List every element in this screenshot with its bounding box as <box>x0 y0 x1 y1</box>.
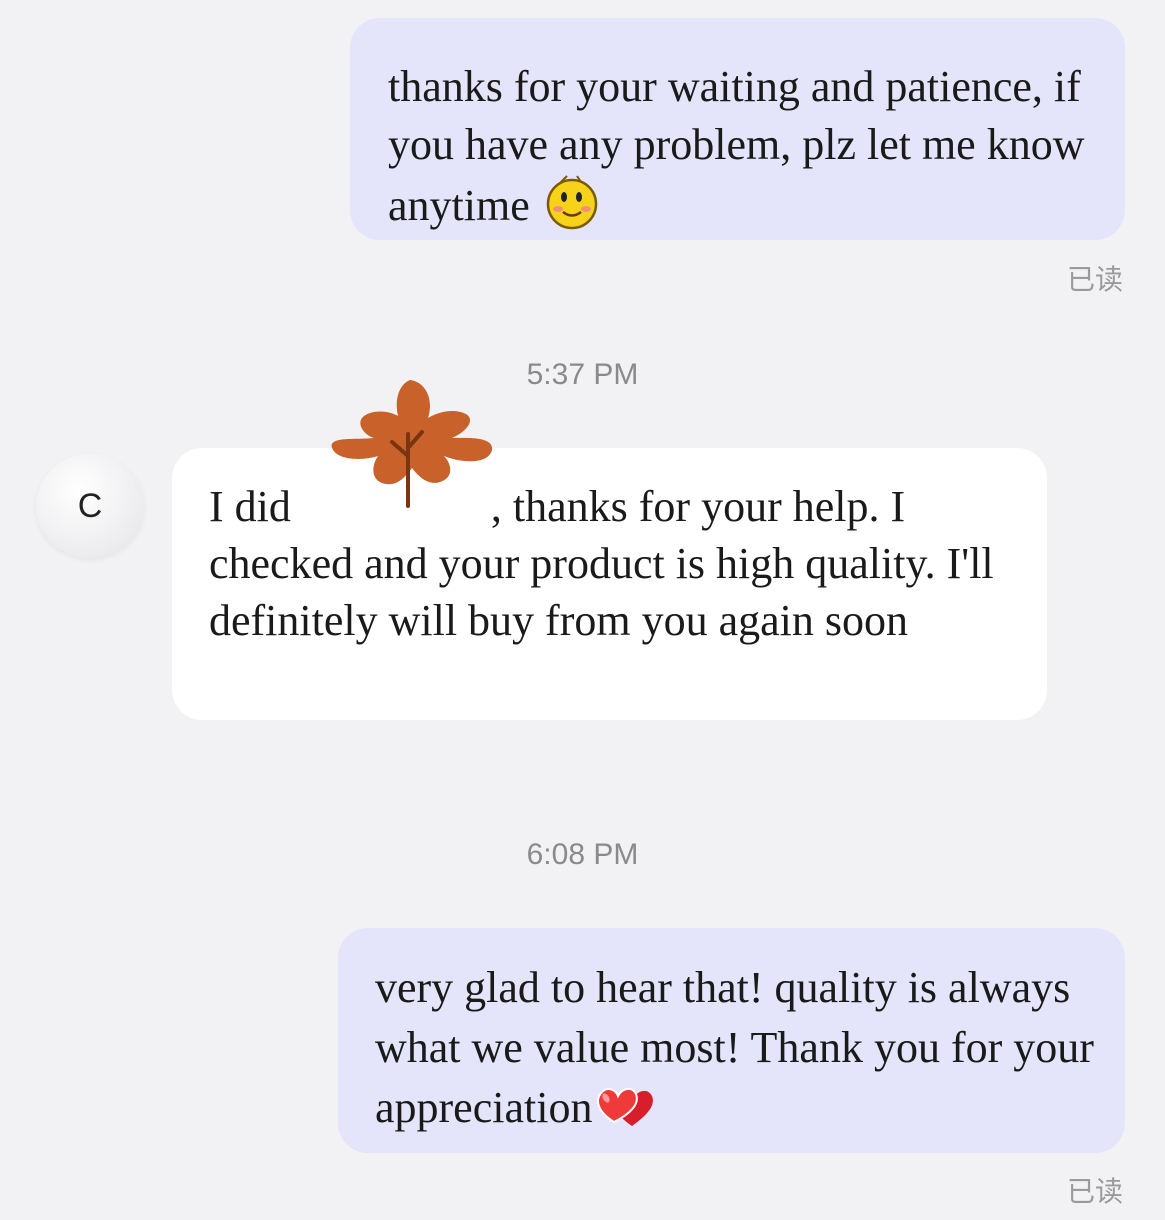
maple-leaf-icon <box>331 380 493 508</box>
avatar[interactable]: C <box>36 454 144 558</box>
read-status: 已读 <box>1066 1175 1123 1208</box>
message-bubble-incoming[interactable]: I did, thanks for your help. I checked a… <box>172 448 1047 720</box>
message-bubble-outgoing[interactable]: thanks for your waiting and patience, if… <box>350 18 1125 240</box>
smiley-face-icon <box>541 174 603 245</box>
message-bubble-outgoing[interactable]: very glad to hear that! quality is alway… <box>338 928 1125 1153</box>
read-status: 已读 <box>1066 263 1123 296</box>
message-text: very glad to hear that! quality is alway… <box>375 963 1094 1132</box>
message-timestamp: 6:08 PM <box>526 838 639 871</box>
avatar-initial: C <box>77 486 103 525</box>
message-text-start: I did <box>209 482 291 531</box>
message-text: thanks for your waiting and patience, if… <box>388 62 1085 230</box>
hearts-icon <box>592 1078 656 1148</box>
message-timestamp: 5:37 PM <box>526 358 639 391</box>
